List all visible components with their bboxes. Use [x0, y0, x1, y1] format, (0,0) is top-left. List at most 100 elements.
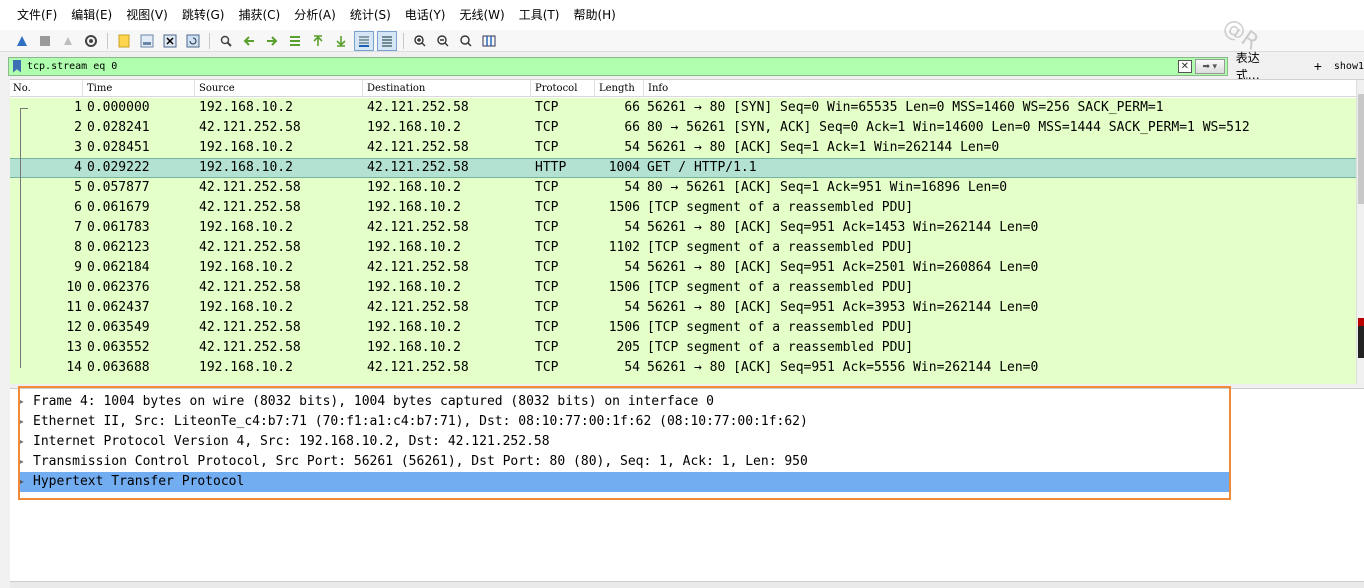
packet-cell-protocol: TCP: [535, 140, 559, 155]
packet-cell-source: 42.121.252.58: [199, 180, 301, 195]
packet-cell-source: 192.168.10.2: [199, 260, 293, 275]
packet-row[interactable]: 14 0.063688 192.168.10.2 42.121.252.58 TCP 54…: [10, 358, 1356, 378]
stop-capture-icon[interactable]: [35, 31, 55, 51]
save-file-icon[interactable]: [137, 31, 157, 51]
open-file-icon[interactable]: [114, 31, 134, 51]
expand-arrow-icon[interactable]: ▶: [19, 412, 24, 432]
autoscroll-icon[interactable]: [354, 30, 374, 51]
packet-cell-protocol: TCP: [535, 120, 559, 135]
scrollbar-minimap-error-mark: [1358, 318, 1364, 326]
bookmark-icon[interactable]: [13, 59, 21, 73]
expression-button[interactable]: 表达式…: [1236, 49, 1284, 83]
display-filter-input[interactable]: tcp.stream eq 0 ✕ ➡ ▾: [8, 56, 1228, 76]
expand-arrow-icon[interactable]: ▶: [19, 472, 24, 492]
go-to-packet-icon[interactable]: [285, 31, 305, 51]
column-header-source[interactable]: Source: [196, 80, 363, 97]
packet-row[interactable]: 8 0.062123 42.121.252.58 192.168.10.2 TCP 110…: [10, 238, 1356, 258]
menu-item-5[interactable]: 分析(A): [287, 0, 343, 30]
toolbar-separator: [107, 32, 108, 49]
zoom-out-icon[interactable]: [433, 31, 453, 51]
menu-item-4[interactable]: 捕获(C): [231, 0, 287, 30]
packet-row[interactable]: 9 0.062184 192.168.10.2 42.121.252.58 TCP 54 5…: [10, 258, 1356, 278]
apply-filter-button[interactable]: ➡ ▾: [1194, 58, 1225, 74]
last-packet-icon[interactable]: [331, 31, 351, 51]
detail-tree-item[interactable]: ▶ Internet Protocol Version 4, Src: 192.1…: [10, 432, 1364, 452]
filter-text[interactable]: tcp.stream eq 0: [27, 61, 1178, 72]
packet-cell-destination: 42.121.252.58: [367, 160, 469, 175]
column-header-destination[interactable]: Destination: [364, 80, 531, 97]
find-packet-icon[interactable]: [216, 31, 236, 51]
detail-tree-item[interactable]: ▶ Hypertext Transfer Protocol: [19, 472, 1230, 492]
packet-cell-protocol: TCP: [535, 220, 559, 235]
packet-cell-protocol: TCP: [535, 200, 559, 215]
capture-options-icon[interactable]: [81, 31, 101, 51]
colorize-icon[interactable]: [377, 30, 397, 51]
menu-item-3[interactable]: 跳转(G): [175, 0, 232, 30]
packet-cell-info: 56261 → 80 [ACK] Seq=951 Ack=2501 Win=26…: [647, 260, 1039, 275]
packet-cell-length: 1506: [608, 280, 640, 295]
packet-cell-protocol: HTTP: [535, 160, 567, 175]
menu-item-0[interactable]: 文件(F): [10, 0, 64, 30]
start-capture-icon[interactable]: [12, 31, 32, 51]
expand-arrow-icon[interactable]: ▶: [19, 392, 24, 412]
packet-row[interactable]: 2 0.028241 42.121.252.58 192.168.10.2 TCP 66 8…: [10, 118, 1356, 138]
menu-item-1[interactable]: 编辑(E): [64, 0, 119, 30]
packet-row[interactable]: 5 0.057877 42.121.252.58 192.168.10.2 TCP 54 8…: [10, 178, 1356, 198]
menu-item-2[interactable]: 视图(V): [119, 0, 175, 30]
packet-row[interactable]: 12 0.063549 42.121.252.58 192.168.10.2 TCP 15…: [10, 318, 1356, 338]
go-back-icon[interactable]: [239, 31, 259, 51]
packet-cell-destination: 42.121.252.58: [367, 220, 469, 235]
horizontal-scrollbar[interactable]: [10, 581, 1364, 588]
packet-list[interactable]: No. Time ^ Source Destination Protocol L…: [10, 79, 1364, 384]
packet-row[interactable]: 7 0.061783 192.168.10.2 42.121.252.58 TCP 54 5…: [10, 218, 1356, 238]
detail-tree-item[interactable]: ▶ Ethernet II, Src: LiteonTe_c4:b7:71 (70…: [10, 412, 1364, 432]
resize-columns-icon[interactable]: [479, 31, 499, 51]
restart-capture-icon[interactable]: [58, 31, 78, 51]
column-header-no[interactable]: No.: [10, 80, 83, 97]
packet-cell-destination: 42.121.252.58: [367, 140, 469, 155]
packet-cell-destination: 192.168.10.2: [367, 120, 461, 135]
packet-row[interactable]: 13 0.063552 42.121.252.58 192.168.10.2 TCP 20…: [10, 338, 1356, 358]
packet-row[interactable]: 1 0.000000 192.168.10.2 42.121.252.58 TCP 66 5…: [10, 98, 1356, 118]
go-forward-icon[interactable]: [262, 31, 282, 51]
packet-cell-destination: 192.168.10.2: [367, 340, 461, 355]
packet-details-pane[interactable]: ▶ Frame 4: 1004 bytes on wire (8032 bits)…: [10, 388, 1364, 583]
add-filter-button[interactable]: +: [1314, 58, 1322, 74]
packet-cell-time: 0.063549: [87, 320, 150, 335]
packet-cell-destination: 192.168.10.2: [367, 180, 461, 195]
menu-item-6[interactable]: 统计(S): [343, 0, 398, 30]
column-header-protocol[interactable]: Protocol: [532, 80, 595, 97]
packet-cell-destination: 192.168.10.2: [367, 240, 461, 255]
packet-cell-protocol: TCP: [535, 360, 559, 375]
expand-arrow-icon[interactable]: ▶: [19, 432, 24, 452]
packet-row-partial[interactable]: [10, 378, 1356, 384]
packet-row[interactable]: 3 0.028451 192.168.10.2 42.121.252.58 TCP 54 5…: [10, 138, 1356, 158]
clear-filter-icon[interactable]: ✕: [1177, 59, 1192, 73]
packet-cell-source: 192.168.10.2: [199, 360, 293, 375]
menu-item-8[interactable]: 无线(W): [453, 0, 512, 30]
detail-tree-item[interactable]: ▶ Frame 4: 1004 bytes on wire (8032 bits)…: [10, 392, 1364, 412]
packet-cell-length: 1506: [608, 320, 640, 335]
normal-size-icon[interactable]: [456, 31, 476, 51]
expand-arrow-icon[interactable]: ▶: [19, 452, 24, 472]
close-file-icon[interactable]: [160, 31, 180, 51]
menu-item-9[interactable]: 工具(T): [512, 0, 567, 30]
zoom-in-icon[interactable]: [410, 31, 430, 51]
menu-item-7[interactable]: 电话(Y): [398, 0, 453, 30]
packet-row[interactable]: 10 0.062376 42.121.252.58 192.168.10.2 TCP 15…: [10, 278, 1356, 298]
detail-tree-item[interactable]: ▶ Transmission Control Protocol, Src Port…: [10, 452, 1364, 472]
menu-item-10[interactable]: 帮助(H): [566, 0, 622, 30]
packet-row[interactable]: 11 0.062437 192.168.10.2 42.121.252.58 TCP 54…: [10, 298, 1356, 318]
filter-button-show1[interactable]: show1: [1334, 61, 1364, 72]
packet-row[interactable]: 6 0.061679 42.121.252.58 192.168.10.2 TCP 150…: [10, 198, 1356, 218]
scrollbar-thumb[interactable]: [1358, 94, 1364, 204]
column-header-length[interactable]: Length: [596, 80, 644, 97]
packet-cell-time: 0.062123: [87, 240, 150, 255]
packet-cell-length: 1506: [608, 200, 640, 215]
reload-file-icon[interactable]: [183, 31, 203, 51]
packet-list-scrollbar[interactable]: [1356, 80, 1364, 384]
column-header-info[interactable]: Info: [645, 80, 1356, 97]
packet-cell-info: 56261 → 80 [SYN] Seq=0 Win=65535 Len=0 M…: [647, 100, 1164, 115]
first-packet-icon[interactable]: [308, 31, 328, 51]
packet-row[interactable]: 4 0.029222 192.168.10.2 42.121.252.58 HTTP 10…: [10, 158, 1356, 178]
